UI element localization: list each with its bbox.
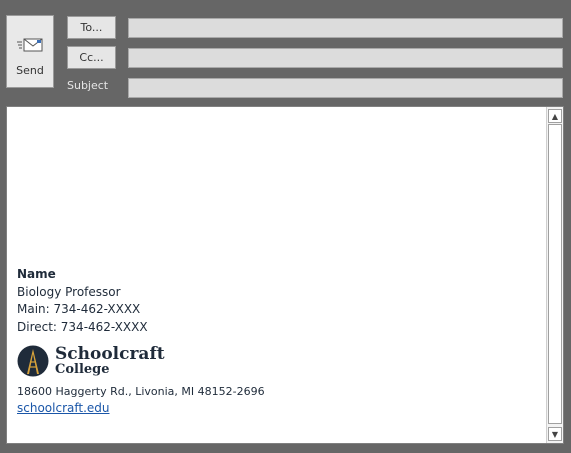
email-signature: Name Biology Professor Main: 734-462-XXX… — [17, 266, 265, 417]
signature-main-phone: Main: 734-462-XXXX — [17, 302, 141, 316]
scroll-down-icon[interactable]: ▼ — [548, 427, 562, 441]
website-link[interactable]: schoolcraft.edu — [17, 400, 265, 417]
signature-title: Biology Professor — [17, 284, 121, 299]
vertical-scrollbar[interactable]: ▲ ▼ — [546, 107, 563, 443]
subject-field[interactable] — [128, 78, 563, 98]
schoolcraft-emblem-icon — [17, 345, 49, 377]
subject-label: Subject — [67, 79, 109, 92]
cc-field[interactable] — [128, 48, 563, 68]
message-body[interactable]: Name Biology Professor Main: 734-462-XXX… — [6, 106, 564, 444]
signature-address: 18600 Haggerty Rd., Livonia, MI 48152-26… — [17, 385, 265, 398]
send-envelope-icon — [17, 38, 43, 52]
send-button[interactable]: Send — [6, 15, 54, 88]
signature-direct-phone: Direct: 734-462-XXXX — [17, 319, 148, 334]
logo-text-line1: Schoolcraft — [55, 344, 165, 364]
to-field[interactable] — [128, 18, 563, 38]
to-button[interactable]: To... — [67, 16, 116, 39]
scroll-up-icon[interactable]: ▲ — [548, 109, 562, 123]
send-label: Send — [16, 64, 44, 77]
schoolcraft-logo: Schoolcraft College — [17, 342, 265, 380]
signature-name: Name — [17, 267, 56, 281]
logo-wordmark: Schoolcraft College — [55, 345, 165, 377]
scrollbar-thumb[interactable] — [548, 124, 562, 424]
logo-text-line2: College — [55, 362, 110, 377]
cc-button[interactable]: Cc... — [67, 46, 116, 69]
